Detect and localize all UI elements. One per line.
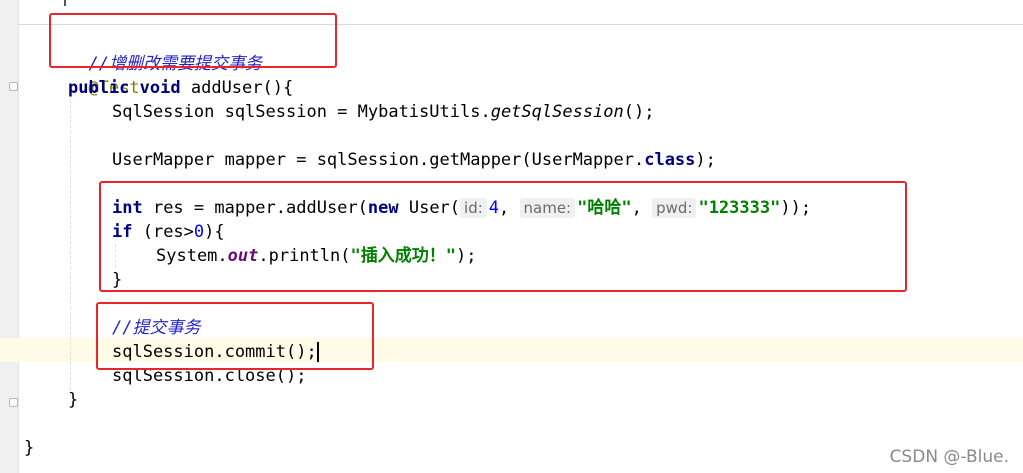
- code-text: );: [695, 150, 716, 170]
- code-line-class-close[interactable]: }: [24, 436, 34, 460]
- watermark: CSDN @-Blue.: [889, 447, 1009, 467]
- keyword-class: class: [644, 150, 696, 170]
- keyword-void: void: [139, 78, 181, 98]
- code-text: SqlSession sqlSession = MybatisUtils.: [112, 102, 491, 122]
- code-line-method-signature[interactable]: public void addUser(){: [68, 76, 293, 100]
- code-line-method-close[interactable]: }: [68, 388, 78, 412]
- fold-toggle-icon[interactable]: [9, 398, 18, 407]
- highlight-box-comment: [49, 13, 337, 68]
- highlight-box-commit: [96, 302, 374, 370]
- code-text: }: [68, 390, 79, 410]
- code-line-mapper[interactable]: UserMapper mapper = sqlSession.getMapper…: [112, 148, 716, 172]
- code-text: ();: [623, 102, 655, 122]
- keyword-public: public: [68, 78, 130, 98]
- fold-toggle-icon[interactable]: [9, 82, 18, 91]
- previous-line-fragment: [64, 0, 66, 6]
- code-text: UserMapper mapper = sqlSession.getMapper…: [112, 150, 645, 170]
- code-line-session[interactable]: SqlSession sqlSession = MybatisUtils.get…: [112, 100, 654, 124]
- method-call: getSqlSession: [490, 102, 624, 122]
- method-name: addUser(){: [180, 78, 294, 98]
- highlight-box-add-user: [99, 181, 907, 292]
- indent-guide: [70, 100, 71, 390]
- code-text: }: [24, 438, 35, 458]
